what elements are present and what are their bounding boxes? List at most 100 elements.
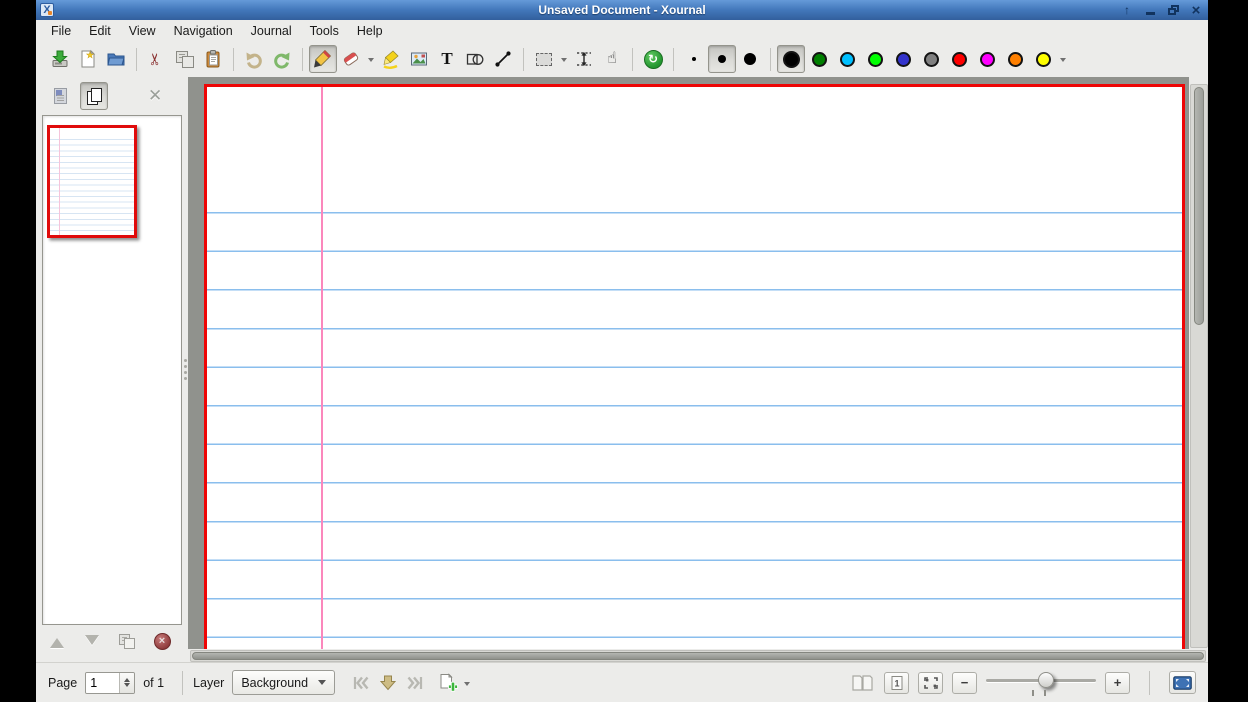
menu-file[interactable]: File [42,21,80,41]
select-options-chevron-icon[interactable] [561,58,567,65]
color-options-chevron-icon[interactable] [1060,58,1066,65]
image-tool-button[interactable] [405,45,433,73]
sidebar-tab-thumbnails[interactable] [80,82,108,110]
hand-tool-button[interactable]: ☝ [598,45,626,73]
menu-journal[interactable]: Journal [242,21,301,41]
main-toolbar: ★ ✂ [36,41,1208,77]
page-number-input[interactable] [86,673,119,693]
toolbar-separator [673,48,674,71]
color-gray-button[interactable] [917,45,945,73]
last-page-button[interactable] [401,669,428,696]
toolbar-separator [233,48,234,71]
page-number-spinbox[interactable] [85,672,135,694]
vertical-scrollbar-thumb[interactable] [1194,87,1204,325]
color-magenta-button[interactable] [973,45,1001,73]
page-margin-line [321,87,323,649]
move-page-up-button[interactable] [46,630,68,652]
page-rule-lines [207,212,1182,649]
close-icon[interactable]: × [1188,3,1204,18]
toolbar-separator [136,48,137,71]
color-black-swatch-icon [783,51,800,68]
sidebar-tab-layers[interactable] [46,82,74,110]
delete-page-button[interactable]: × [151,630,173,652]
menu-edit[interactable]: Edit [80,21,120,41]
new-page-options-chevron-icon[interactable] [464,682,470,689]
thumbnail-panel[interactable] [42,115,182,625]
next-page-button[interactable] [374,669,401,696]
two-pages-view-button[interactable] [848,669,875,696]
zoom-slider-thumb[interactable] [1038,672,1054,688]
layer-combobox[interactable]: Background [232,670,335,695]
color-blue-button[interactable] [889,45,917,73]
spin-up-icon[interactable] [124,675,130,682]
pen-fine-button[interactable] [680,45,708,73]
open-button[interactable] [102,45,130,73]
redo-button[interactable] [268,45,296,73]
zoom-slider[interactable] [986,670,1096,696]
ruler-tool-button[interactable] [489,45,517,73]
paste-button[interactable] [199,45,227,73]
page-spinner-arrows[interactable] [119,673,134,693]
highlighter-tool-button[interactable] [377,45,405,73]
eraser-options-chevron-icon[interactable] [368,58,374,65]
select-region-button[interactable] [530,45,558,73]
copy-icon [176,51,194,68]
undo-button[interactable] [240,45,268,73]
arrow-down-icon [85,635,99,652]
normal-size-button[interactable]: 1 [884,672,909,694]
duplicate-page-button[interactable] [116,630,138,652]
vertical-space-button[interactable] [570,45,598,73]
color-yellow-button[interactable] [1029,45,1057,73]
move-page-down-button[interactable] [81,630,103,652]
default-pen-icon: ↻ [644,50,663,69]
sidebar: ✕ [36,77,183,662]
spin-down-icon[interactable] [124,683,130,690]
menu-help[interactable]: Help [348,21,392,41]
cut-button[interactable]: ✂ [143,45,171,73]
pen-tool-button[interactable] [309,45,337,73]
new-page-button[interactable] [434,669,461,696]
sidebar-close-icon[interactable]: ✕ [148,86,162,106]
image-icon [409,49,429,69]
menubar: File Edit View Navigation Journal Tools … [36,20,1208,41]
color-orange-button[interactable] [1001,45,1029,73]
maximize-icon[interactable] [1165,3,1181,18]
zoom-in-button[interactable]: + [1105,672,1130,694]
fit-page-button[interactable] [918,672,943,694]
first-page-button[interactable] [347,669,374,696]
titlebar[interactable]: X Unsaved Document - Xournal ↑ × [36,0,1208,20]
pen-medium-button[interactable] [708,45,736,73]
color-orange-swatch-icon [1008,52,1023,67]
color-green-button[interactable] [805,45,833,73]
save-button[interactable] [46,45,74,73]
color-lightblue-swatch-icon [840,52,855,67]
eraser-tool-button[interactable] [337,45,365,73]
app-icon: X [40,3,54,17]
paste-clipboard-icon [203,49,223,69]
menu-tools[interactable]: Tools [301,21,348,41]
toolbar-separator [302,48,303,71]
page-1-thumbnail[interactable] [47,125,137,238]
default-pen-button[interactable]: ↻ [639,45,667,73]
color-black-button[interactable] [777,45,805,73]
shade-icon[interactable]: ↑ [1119,3,1135,18]
document-viewport[interactable] [188,77,1189,649]
fullscreen-button[interactable] [1169,671,1196,694]
color-lightgreen-button[interactable] [861,45,889,73]
shape-recognizer-button[interactable] [461,45,489,73]
last-page-icon [405,673,425,693]
zoom-out-button[interactable]: − [952,672,977,694]
menu-view[interactable]: View [120,21,165,41]
new-document-button[interactable]: ★ [74,45,102,73]
minimize-icon[interactable] [1142,3,1158,18]
menu-navigation[interactable]: Navigation [165,21,242,41]
copy-button[interactable] [171,45,199,73]
color-red-button[interactable] [945,45,973,73]
text-tool-button[interactable]: T [433,45,461,73]
document-page[interactable] [204,84,1185,649]
horizontal-scrollbar[interactable] [190,650,1206,662]
horizontal-scrollbar-thumb[interactable] [192,652,1204,660]
color-lightblue-button[interactable] [833,45,861,73]
vertical-scrollbar[interactable] [1190,84,1208,648]
pen-thick-button[interactable] [736,45,764,73]
